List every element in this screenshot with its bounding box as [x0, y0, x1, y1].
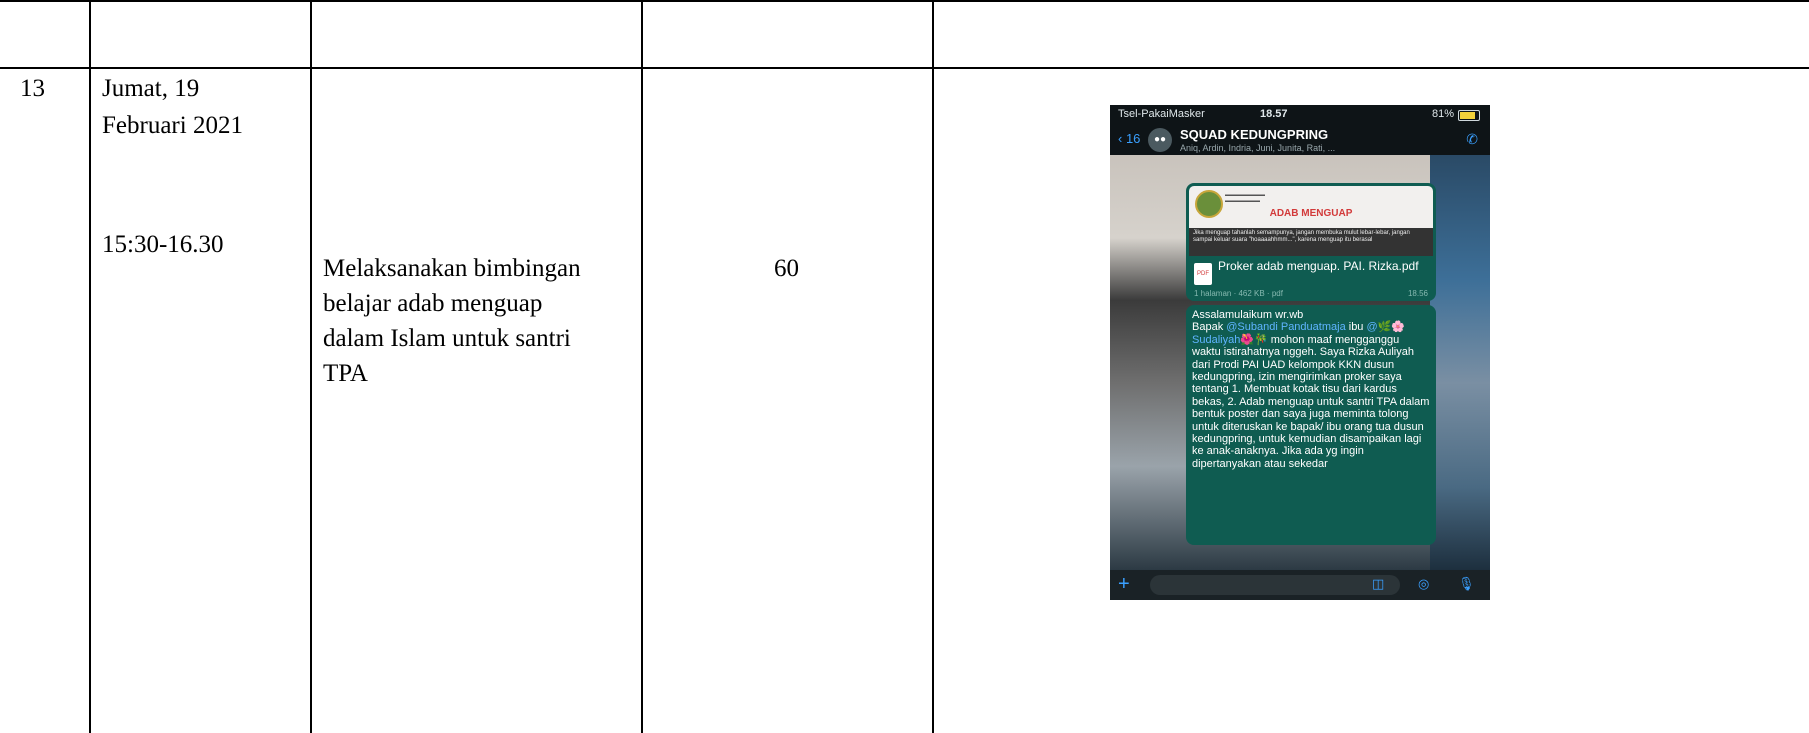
file-meta: 1 halaman · 462 KB · pdf: [1194, 289, 1283, 298]
message-ibu: ibu: [1348, 321, 1364, 334]
pdf-file-icon: PDF: [1194, 263, 1212, 285]
date-line-1: Jumat, 19: [102, 75, 200, 102]
microphone-icon[interactable]: 🎙: [1458, 576, 1475, 592]
row-number: 13: [20, 75, 45, 102]
message-bapak: Bapak: [1192, 321, 1224, 334]
message-greeting: Assalamulaikum wr.wb: [1192, 309, 1304, 321]
group-members: Aniq, Ardin, Indria, Juni, Junita, Rati,…: [1180, 143, 1336, 153]
chat-screenshot: Tsel-PakaiMasker 18.57 81% ‹ 16 ●● SQUAD…: [1110, 105, 1490, 600]
file-name[interactable]: Proker adab menguap. PAI. Rizka.pdf: [1218, 259, 1428, 273]
activity-line-1: Melaksanakan bimbingan: [323, 255, 581, 282]
wallpaper-right-panel: [1430, 155, 1490, 570]
duration: 60: [774, 255, 799, 282]
mention-subandi[interactable]: @Subandi Panduatmaja: [1226, 321, 1345, 333]
poster-header-small: ▬▬▬▬▬▬▬▬ ▬▬▬▬▬▬▬: [1225, 192, 1265, 204]
table-top-border: [0, 0, 1809, 2]
col-divider-3: [641, 0, 643, 733]
file-message-bubble[interactable]: ▬▬▬▬▬▬▬▬ ▬▬▬▬▬▬▬ ADAB MENGUAP Jika mengua…: [1186, 183, 1436, 301]
activity-line-3: dalam Islam untuk santri: [323, 325, 571, 352]
message-body: mohon maaf mengganggu waktu istirahatnya…: [1192, 333, 1430, 470]
group-name[interactable]: SQUAD KEDUNGPRING: [1180, 127, 1328, 142]
chat-header: ‹ 16 ●● SQUAD KEDUNGPRING Aniq, Ardin, I…: [1110, 125, 1490, 155]
poster-title: ADAB MENGUAP: [1269, 208, 1353, 219]
file-time: 18.56: [1407, 289, 1428, 298]
plus-icon[interactable]: +: [1118, 573, 1130, 596]
poster-body: Jika menguap tahanlah semampunya, jangan…: [1189, 228, 1433, 256]
chat-wallpaper: ▬▬▬▬▬▬▬▬ ▬▬▬▬▬▬▬ ADAB MENGUAP Jika mengua…: [1110, 155, 1490, 570]
add-call-icon[interactable]: ✆: [1466, 131, 1478, 148]
date-line-2: Februari 2021: [102, 112, 243, 139]
sticker-icon[interactable]: ◫: [1372, 576, 1384, 592]
status-bar: Tsel-PakaiMasker 18.57 81%: [1110, 105, 1490, 125]
battery-label: 81%: [1431, 108, 1454, 120]
group-avatar-icon[interactable]: ●●: [1148, 128, 1172, 152]
back-button[interactable]: ‹ 16: [1118, 131, 1140, 146]
activity-line-2: belajar adab menguap: [323, 290, 543, 317]
time-range: 15:30-16.30: [102, 231, 224, 258]
carrier-label: Tsel-PakaiMasker: [1118, 108, 1205, 120]
back-count: 16: [1125, 131, 1141, 146]
col-divider-2: [310, 0, 312, 733]
clock-label: 18.57: [1260, 108, 1288, 120]
text-message-bubble[interactable]: Assalamulaikum wr.wb Bapak @Subandi Pand…: [1186, 305, 1436, 545]
battery-icon: [1458, 110, 1480, 121]
camera-icon[interactable]: ◎: [1418, 576, 1429, 592]
message-input[interactable]: [1150, 575, 1400, 595]
message-input-bar: + ◫ ◎ 🎙: [1110, 570, 1490, 600]
row-divider: [0, 67, 1809, 69]
col-divider-1: [89, 0, 91, 733]
activity-line-4: TPA: [323, 360, 368, 387]
poster-preview[interactable]: ▬▬▬▬▬▬▬▬ ▬▬▬▬▬▬▬ ADAB MENGUAP Jika mengua…: [1189, 186, 1433, 256]
col-divider-4: [932, 0, 934, 733]
